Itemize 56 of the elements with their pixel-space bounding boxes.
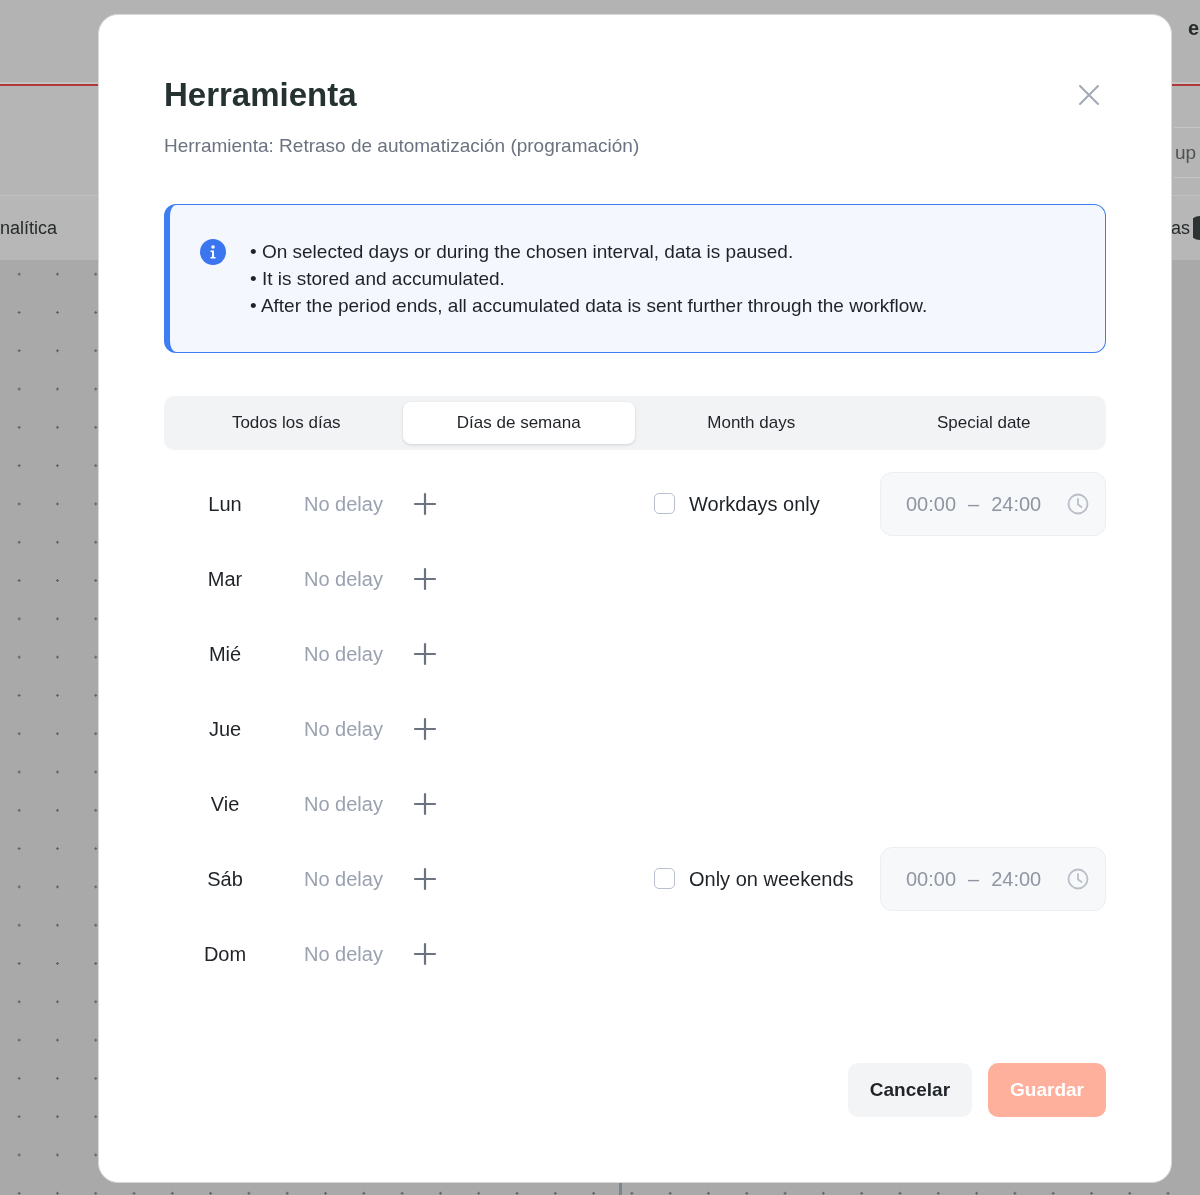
delay-value: No delay bbox=[304, 941, 384, 967]
plus-icon bbox=[413, 791, 437, 816]
delay-value: No delay bbox=[304, 716, 384, 742]
info-text: • It is stored and accumulated. bbox=[250, 267, 506, 291]
close-icon bbox=[1078, 84, 1100, 106]
day-label: Mar bbox=[206, 566, 244, 592]
dialog-title: Herramienta bbox=[164, 75, 357, 115]
delay-value: No delay bbox=[304, 566, 384, 592]
checkbox[interactable] bbox=[654, 493, 675, 514]
cancel-button[interactable]: Cancelar bbox=[847, 1063, 973, 1117]
delay-value: No delay bbox=[304, 866, 384, 892]
plus-icon bbox=[413, 941, 437, 966]
plus-icon bbox=[413, 491, 437, 516]
checkbox-label: Workdays only bbox=[689, 491, 821, 517]
dialog-subtitle: Herramienta: Retraso de automatización (programación) bbox=[164, 134, 641, 158]
add-button[interactable] bbox=[413, 791, 437, 816]
checkbox-label: Only on weekends bbox=[689, 866, 855, 892]
day-label: Lun bbox=[207, 491, 243, 517]
add-button[interactable] bbox=[413, 716, 437, 741]
day-label: Jue bbox=[207, 716, 243, 742]
add-button[interactable] bbox=[413, 941, 437, 966]
plus-icon bbox=[413, 866, 437, 891]
toolbar-text: up bbox=[1175, 140, 1197, 165]
day-label: Mié bbox=[207, 641, 243, 667]
plus-icon bbox=[413, 641, 437, 666]
add-button[interactable] bbox=[413, 566, 437, 591]
tab[interactable]: Todos los días bbox=[170, 402, 403, 444]
tab-label: as bbox=[1171, 217, 1190, 240]
info-text: • After the period ends, all accumulated data is sent further through the workflow. bbox=[250, 294, 928, 318]
checkbox[interactable] bbox=[654, 868, 675, 889]
day-label: Vie bbox=[209, 791, 241, 817]
start-time: 00:00 bbox=[906, 866, 957, 892]
delay-value: No delay bbox=[304, 491, 384, 517]
add-button[interactable] bbox=[413, 641, 437, 666]
delay-value: No delay bbox=[304, 641, 384, 667]
plus-icon bbox=[413, 716, 437, 741]
info-text: • On selected days or during the chosen interval, data is paused. bbox=[250, 240, 795, 264]
add-button[interactable] bbox=[413, 866, 437, 891]
plus-icon bbox=[413, 566, 437, 591]
tab[interactable]: Días de semana bbox=[402, 402, 635, 444]
delay-value: No delay bbox=[304, 791, 384, 817]
header-text: e bbox=[1187, 16, 1199, 41]
info-icon bbox=[200, 239, 226, 265]
day-label: Dom bbox=[202, 941, 248, 967]
end-time: 24:00 bbox=[991, 866, 1042, 892]
tab-label: nalítica bbox=[0, 217, 58, 240]
tab[interactable]: Month days bbox=[635, 402, 868, 444]
range-dash: – bbox=[968, 491, 980, 517]
start-time: 00:00 bbox=[906, 491, 957, 517]
range-dash: – bbox=[968, 866, 980, 892]
add-button[interactable] bbox=[413, 491, 437, 516]
tab[interactable]: Special date bbox=[867, 402, 1100, 444]
day-label: Sáb bbox=[206, 866, 244, 892]
end-time: 24:00 bbox=[991, 491, 1042, 517]
clock-icon bbox=[1067, 492, 1089, 515]
clock-icon bbox=[1067, 867, 1089, 890]
